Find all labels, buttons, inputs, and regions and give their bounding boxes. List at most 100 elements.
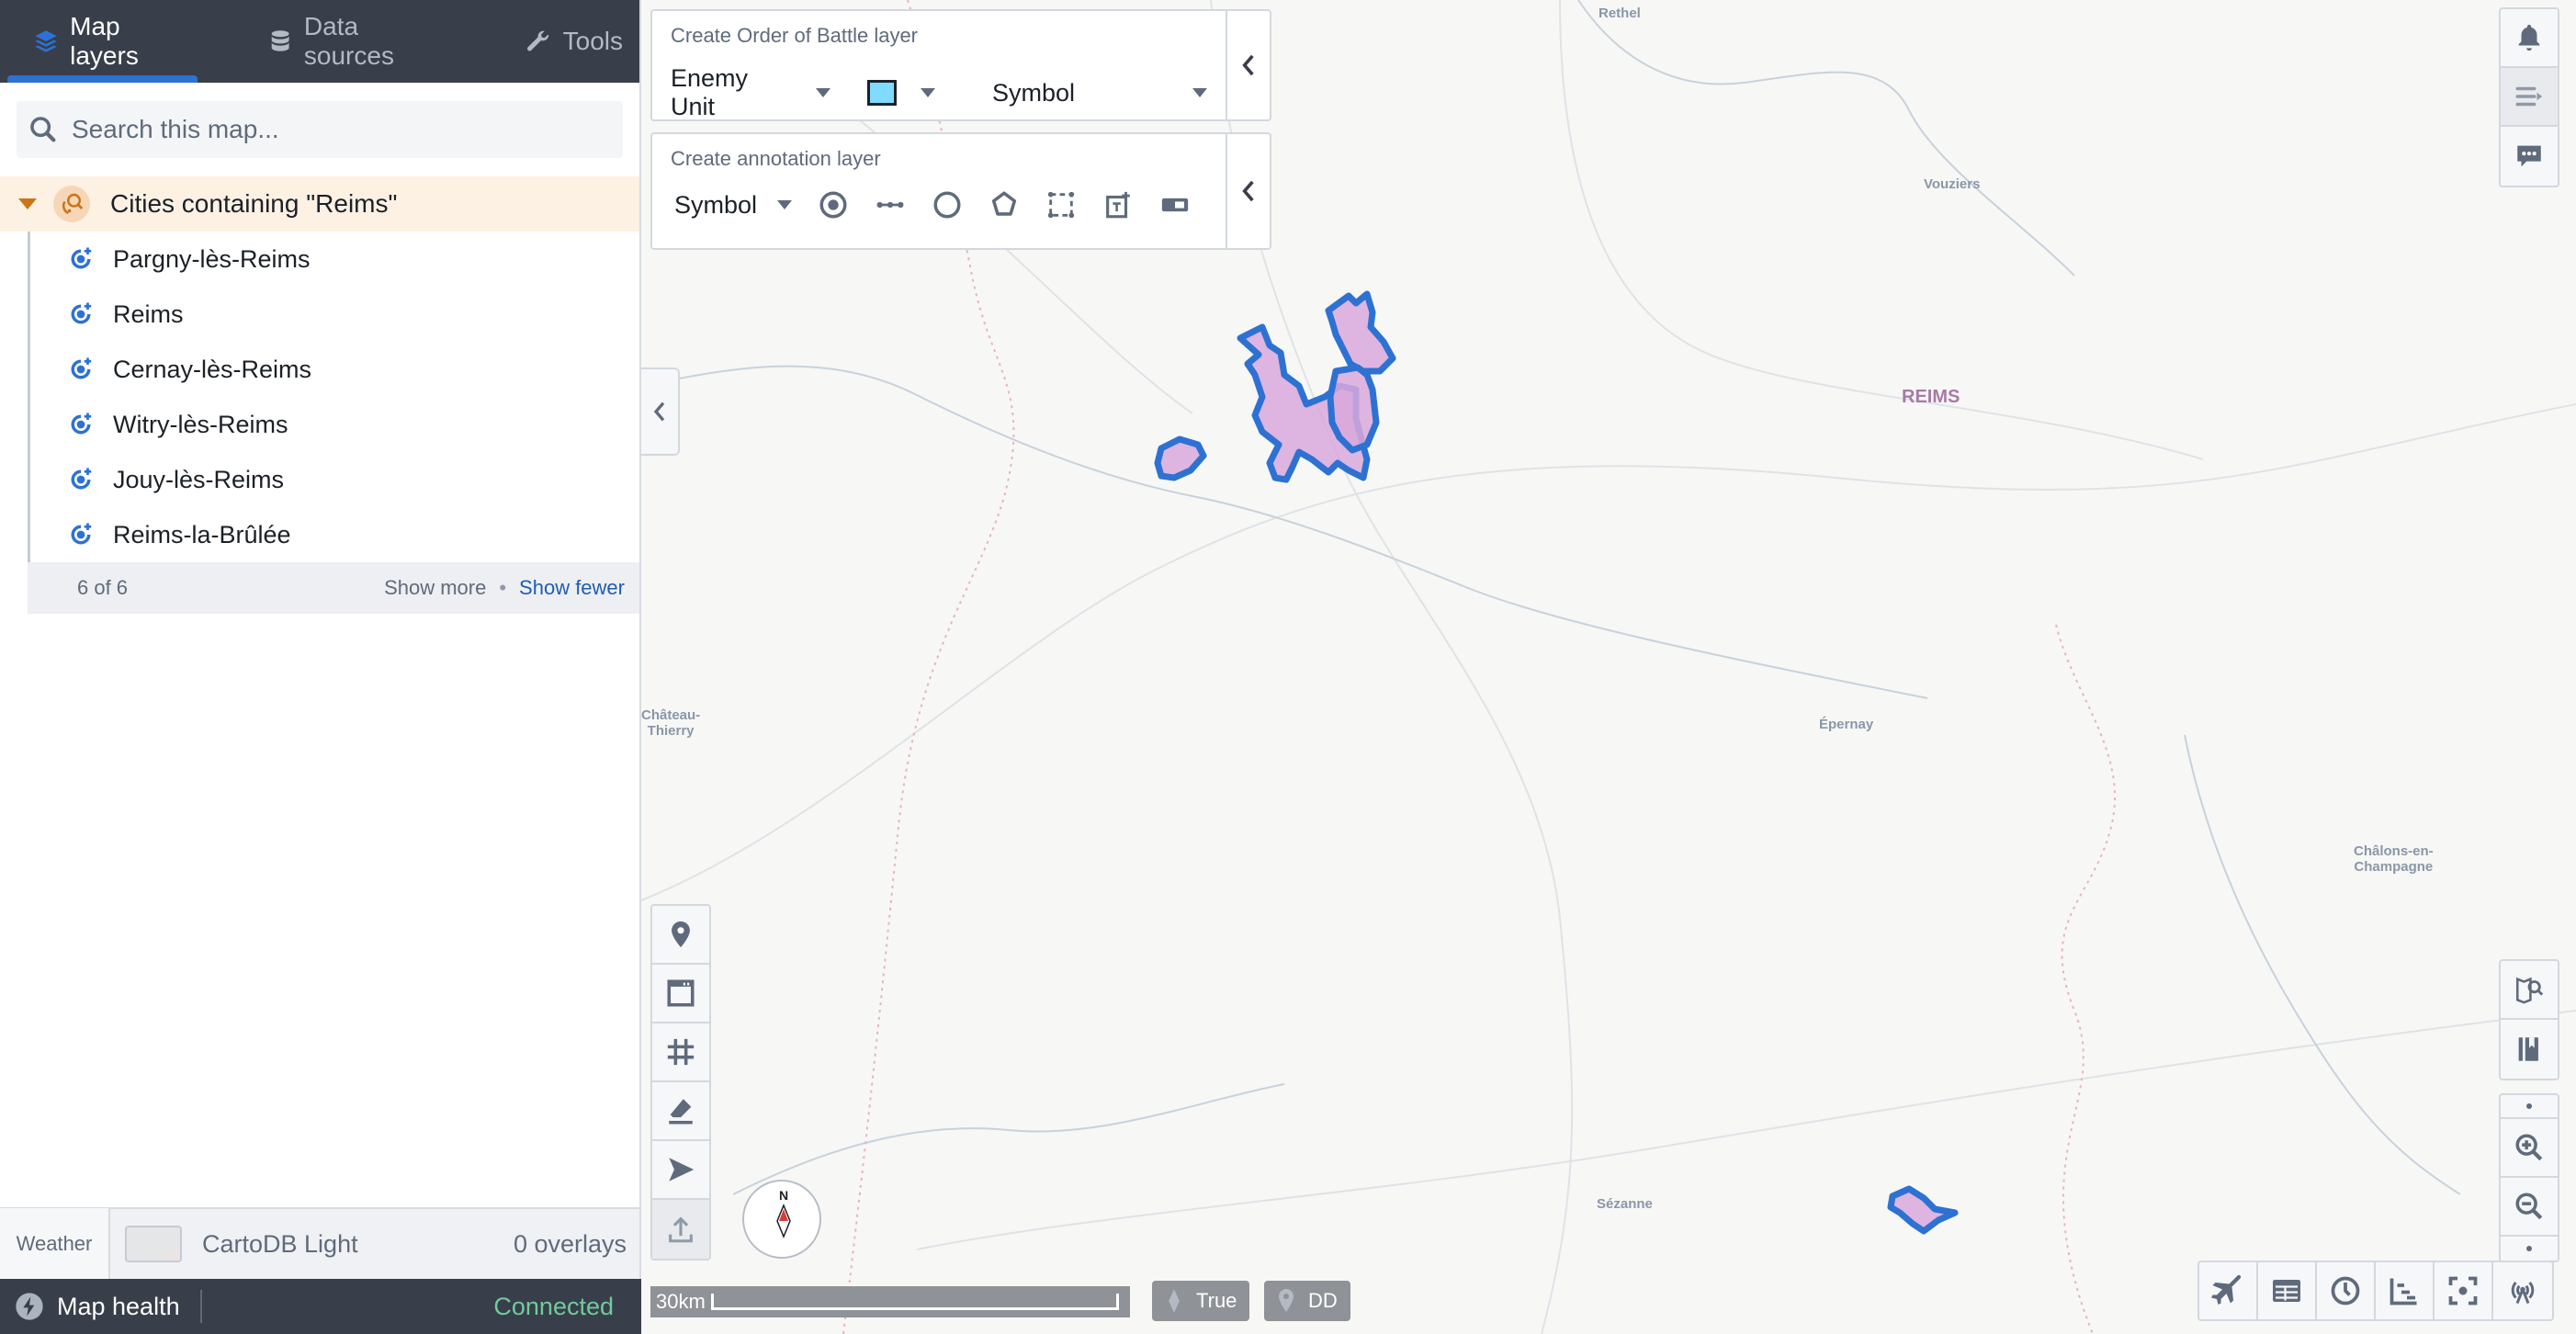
focus-icon bbox=[2448, 1276, 2478, 1306]
layer-item[interactable]: Reims bbox=[30, 287, 639, 342]
city-polygons bbox=[1154, 290, 1959, 1235]
road bbox=[641, 403, 2576, 901]
toggle-tool[interactable] bbox=[1154, 184, 1196, 226]
drop-pin-button[interactable] bbox=[652, 906, 709, 965]
order-of-battle-panel: Create Order of Battle layer Enemy Unit … bbox=[650, 9, 1271, 121]
map-canvas[interactable]: RethelVouziersSainte- MenehouldChâteau- … bbox=[641, 0, 2576, 1334]
tab-label: Tools bbox=[562, 27, 623, 55]
zoom-handle-top[interactable] bbox=[2501, 1095, 2558, 1119]
upload-button[interactable] bbox=[652, 1200, 709, 1259]
layer-group-header[interactable]: Cities containing "Reims" bbox=[0, 176, 639, 232]
layer-item-label: Reims bbox=[113, 300, 184, 328]
zoom-out-icon bbox=[2515, 1193, 2543, 1220]
annotation-type-select[interactable]: Symbol bbox=[674, 191, 793, 220]
zoom-in-icon bbox=[2515, 1134, 2543, 1161]
layer-item-label: Witry-lès-Reims bbox=[113, 410, 288, 438]
weather-button[interactable]: Weather bbox=[0, 1208, 110, 1280]
dot-icon bbox=[2526, 1103, 2532, 1109]
zoom-handle-bottom[interactable] bbox=[2501, 1237, 2558, 1261]
signal-button[interactable] bbox=[2493, 1262, 2552, 1319]
layer-item[interactable]: Reims-la-Brûlée bbox=[30, 507, 639, 562]
show-fewer-link[interactable]: Show fewer bbox=[519, 576, 625, 600]
tab-data-sources[interactable]: Data sources bbox=[251, 0, 464, 83]
panel-tabs: Map layers Data sources Tools bbox=[0, 0, 639, 83]
compass[interactable]: N bbox=[742, 1180, 821, 1259]
tab-map-layers[interactable]: Map layers bbox=[0, 0, 205, 83]
north-mode-toggle[interactable]: True bbox=[1152, 1281, 1250, 1321]
object-icon bbox=[71, 523, 92, 545]
layer-item-label: Reims-la-Brûlée bbox=[113, 520, 291, 548]
gantt-button[interactable] bbox=[2376, 1262, 2435, 1319]
tab-label: Map layers bbox=[70, 12, 139, 70]
city-polygon[interactable] bbox=[1154, 435, 1207, 481]
polygon-tool[interactable] bbox=[983, 184, 1025, 226]
eraser-button[interactable] bbox=[652, 1082, 709, 1141]
list-arrow-icon bbox=[2515, 86, 2543, 107]
city-polygon[interactable] bbox=[1325, 290, 1396, 375]
search-map-button[interactable] bbox=[2501, 961, 2558, 1020]
grid-icon bbox=[667, 1038, 695, 1066]
bell-icon bbox=[2518, 24, 2540, 51]
upload-icon bbox=[669, 1216, 693, 1243]
gantt-icon bbox=[2390, 1278, 2417, 1306]
layer-item[interactable]: Witry-lès-Reims bbox=[30, 397, 639, 452]
collapse-sidebar-button[interactable] bbox=[641, 367, 680, 456]
bookmarks-button[interactable] bbox=[2501, 1020, 2558, 1079]
layer-item[interactable]: Jouy-lès-Reims bbox=[30, 452, 639, 507]
search-input[interactable] bbox=[72, 115, 586, 144]
history-button[interactable] bbox=[2317, 1262, 2376, 1319]
focus-button[interactable] bbox=[2435, 1262, 2493, 1319]
grid-button[interactable] bbox=[652, 1023, 709, 1082]
timeline-button[interactable] bbox=[2501, 68, 2558, 127]
city-polygon[interactable] bbox=[1887, 1185, 1959, 1235]
send-button[interactable] bbox=[652, 1141, 709, 1200]
circle-tool[interactable] bbox=[926, 184, 968, 226]
point-tool[interactable] bbox=[812, 184, 854, 226]
wrench-icon bbox=[526, 30, 548, 51]
layer-item[interactable]: Cernay-lès-Reims bbox=[30, 342, 639, 397]
compass-icon: N bbox=[776, 1188, 791, 1238]
zoom-out-button[interactable] bbox=[2501, 1178, 2558, 1237]
map-pin-icon bbox=[672, 921, 690, 948]
basemap-thumbnail[interactable] bbox=[125, 1226, 182, 1262]
road bbox=[916, 1010, 2576, 1250]
annotation-panel: Create annotation layer Symbol bbox=[650, 132, 1271, 250]
river bbox=[2184, 734, 2461, 1195]
zoom-toolbar bbox=[2499, 1093, 2559, 1262]
zoom-in-button[interactable] bbox=[2501, 1119, 2558, 1178]
tab-label: Data sources bbox=[303, 12, 394, 70]
show-more-link[interactable]: Show more bbox=[384, 576, 486, 600]
object-icon bbox=[71, 413, 92, 435]
comments-button[interactable] bbox=[2501, 127, 2558, 186]
style-select[interactable]: Symbol bbox=[992, 79, 1207, 107]
map-health-label[interactable]: Map health bbox=[57, 1293, 180, 1321]
unit-type-select[interactable]: Enemy Unit bbox=[671, 64, 830, 121]
layer-item[interactable]: Pargny-lès-Reims bbox=[30, 232, 639, 287]
tab-tools[interactable]: Tools bbox=[508, 0, 639, 83]
object-icon bbox=[71, 247, 92, 269]
window-button[interactable] bbox=[652, 965, 709, 1023]
chip-label: True bbox=[1196, 1289, 1237, 1312]
line-icon bbox=[876, 201, 904, 209]
layer-item-label: Cernay-lès-Reims bbox=[113, 355, 312, 383]
river bbox=[1577, 0, 2075, 277]
aircraft-button[interactable] bbox=[2199, 1262, 2258, 1319]
city-polygon[interactable] bbox=[1327, 364, 1380, 454]
map-view-toolbar bbox=[2499, 959, 2559, 1080]
caret-down-icon[interactable] bbox=[18, 198, 37, 209]
toggle-icon bbox=[1161, 198, 1189, 212]
layers-icon bbox=[35, 30, 57, 52]
dot-icon bbox=[2526, 1246, 2532, 1251]
collapse-button[interactable] bbox=[1226, 11, 1270, 119]
map-tools-toolbar bbox=[650, 904, 711, 1261]
rectangle-tool[interactable] bbox=[1040, 184, 1082, 226]
text-tool[interactable] bbox=[1097, 184, 1139, 226]
coord-format-toggle[interactable]: DD bbox=[1264, 1281, 1350, 1321]
line-tool[interactable] bbox=[869, 184, 911, 226]
notifications-button[interactable] bbox=[2501, 9, 2558, 68]
basemap-name[interactable]: CartoDB Light bbox=[202, 1230, 514, 1259]
collapse-button[interactable] bbox=[1226, 134, 1270, 248]
overlays-count[interactable]: 0 overlays bbox=[514, 1230, 627, 1259]
table-button[interactable] bbox=[2258, 1262, 2317, 1319]
color-select[interactable] bbox=[866, 80, 935, 106]
